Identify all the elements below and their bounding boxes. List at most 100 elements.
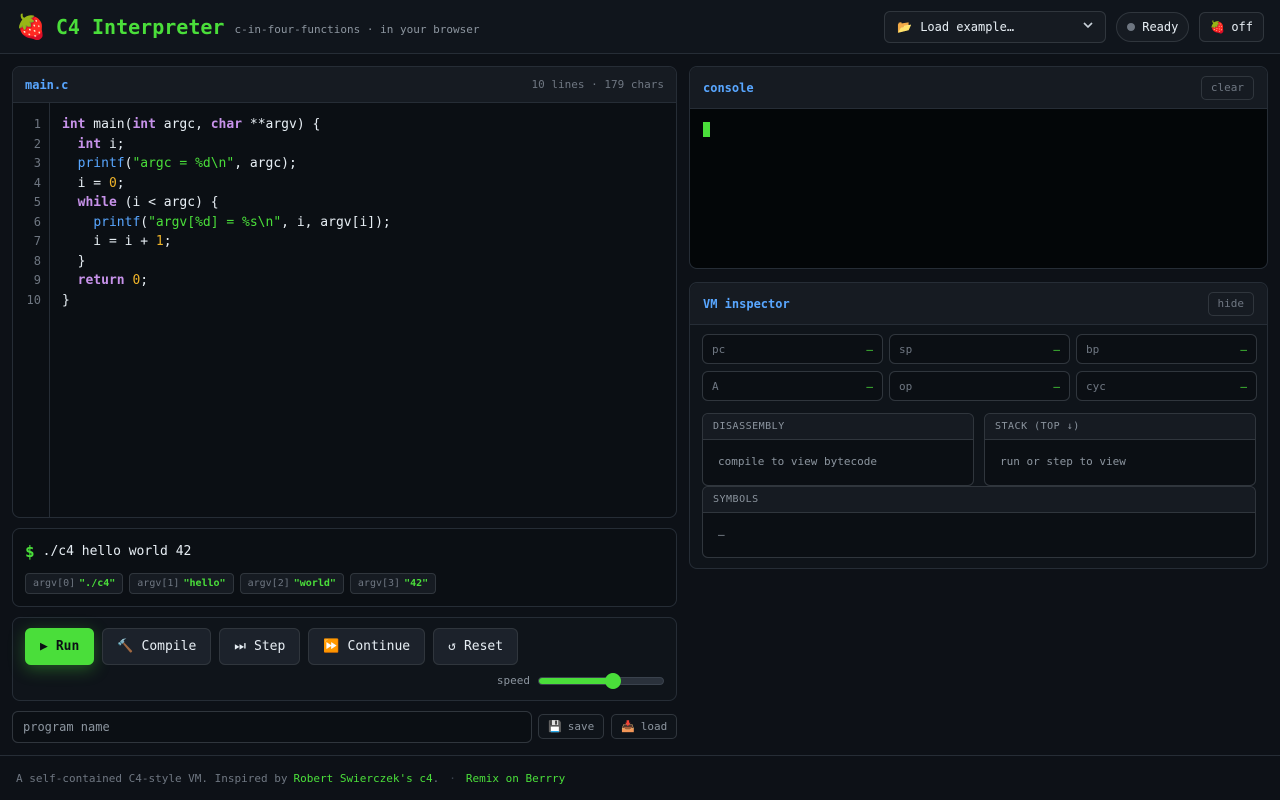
file-tab[interactable]: main.c [25, 78, 68, 92]
register-value: — [1053, 379, 1060, 393]
register-value: — [1053, 342, 1060, 356]
line-number: 7 [33, 234, 41, 248]
clear-console-button[interactable]: clear [1200, 75, 1254, 100]
save-button[interactable]: 💾 save [538, 714, 605, 739]
code-line: int main(int argc, char **argv) { [62, 117, 321, 132]
page-footer: A self-contained C4-style VM. Inspired b… [0, 755, 1280, 800]
line-number: 3 [33, 156, 41, 170]
line-number: 1 [33, 117, 41, 131]
code-line: return 0; [77, 273, 149, 288]
register-value: — [866, 342, 873, 356]
load-button[interactable]: 📥 load [611, 714, 678, 739]
code-line: } [62, 253, 86, 269]
floppy-icon: 💾 [548, 720, 562, 733]
console-panel: console clear [689, 66, 1268, 269]
editor-header: main.c 10 lines · 179 chars [13, 67, 676, 103]
reset-icon: ↺ [448, 639, 456, 654]
argv-value: "hello" [183, 578, 226, 589]
remix-link[interactable]: Remix on Berrry [466, 772, 565, 785]
line-number: 5 [33, 195, 41, 209]
speed-slider-thumb[interactable] [605, 672, 622, 689]
register-value: — [1240, 342, 1247, 356]
argv-value: "42" [404, 578, 429, 589]
run-button[interactable]: ▶ Run [25, 628, 95, 665]
load-example-select[interactable]: 📂 Load example… [884, 10, 1107, 43]
hammer-icon: 🔨 [117, 639, 134, 654]
line-number: 8 [33, 253, 41, 268]
strawberry-logo-icon: 🍓 [16, 12, 46, 41]
register-name: pc [712, 342, 726, 356]
disassembly-body: compile to view bytecode [718, 455, 877, 468]
code-line: i = i + 1; [62, 234, 172, 249]
argv-value: "world" [293, 578, 336, 589]
footer-text: A self-contained C4-style VM. Inspired b… [16, 771, 288, 785]
disassembly-panel: DISASSEMBLY compile to view bytecode [702, 413, 974, 486]
program-name-input[interactable] [12, 711, 532, 743]
register-cyc: cyc — [1076, 371, 1257, 401]
code-line: i = 0; [62, 175, 125, 191]
stack-title: STACK (TOP ↓) [985, 414, 1255, 440]
argv-value: "./c4" [79, 578, 116, 589]
app-title: C4 Interpreter [55, 14, 225, 39]
speed-slider[interactable] [538, 672, 664, 689]
line-number: 6 [33, 214, 41, 229]
argv-chip: argv[1] "hello" [129, 573, 234, 594]
line-number: 2 [33, 136, 41, 151]
register-pc: pc — [702, 334, 883, 364]
code-line: printf("argc = %d\n", argc); [77, 156, 297, 171]
run-label: Run [55, 639, 80, 654]
c4-credit-link[interactable]: Robert Swierczek's c4 [294, 772, 433, 785]
save-label: save [567, 720, 595, 733]
code-text-area[interactable]: int main(int argc, char **argv) { int i;… [50, 103, 391, 517]
play-icon: ▶ [40, 639, 48, 654]
register-name: sp [899, 342, 913, 356]
continue-button[interactable]: ⏩ Continue [308, 628, 426, 665]
file-meta: 10 lines · 179 chars [531, 78, 664, 91]
speed-slider-fill [539, 677, 614, 684]
register-sp: sp — [889, 334, 1070, 364]
compile-button[interactable]: 🔨 Compile [102, 628, 212, 665]
inspector-header: VM inspector hide [690, 283, 1267, 325]
footer-period: . [432, 771, 440, 785]
register-value: — [1240, 379, 1247, 393]
line-number: 9 [33, 273, 41, 287]
line-number: 4 [33, 175, 41, 190]
continue-label: Continue [347, 639, 411, 654]
speed-label: speed [496, 674, 530, 687]
code-line: int i; [77, 136, 125, 152]
step-button[interactable]: ⏭ Step [219, 628, 301, 665]
argv-key: argv[0] [33, 578, 76, 589]
step-icon: ⏭ [234, 639, 246, 654]
run-controls: ▶ Run 🔨 Compile ⏭ Step ⏩ Continue ↺ Rese… [12, 617, 677, 701]
symbols-body: — [718, 528, 725, 541]
berry-toggle-button[interactable]: 🍓 off [1199, 11, 1264, 42]
line-number: 10 [26, 292, 41, 307]
argv-key: argv[1] [137, 578, 180, 589]
vm-inspector-panel: VM inspector hide pc — sp — bp — A — op — cyc… [689, 282, 1268, 569]
console-title: console [703, 80, 754, 95]
status-dot-icon [1127, 22, 1136, 31]
reset-label: Reset [463, 639, 504, 654]
stack-body: run or step to view [1000, 455, 1126, 468]
argv-chip: argv[3] "42" [349, 573, 437, 594]
status-badge: Ready [1116, 11, 1190, 42]
hide-inspector-button[interactable]: hide [1207, 291, 1254, 316]
reset-button[interactable]: ↺ Reset [433, 628, 519, 665]
register-bp: bp — [1076, 334, 1257, 364]
argv-key: argv[3] [357, 578, 401, 589]
code-line: printf("argv[%d] = %s\n", i, argv[i]); [93, 214, 391, 230]
footer-separator: · [449, 771, 456, 785]
shell-prompt: $ [25, 541, 35, 561]
compile-label: Compile [141, 639, 197, 654]
disassembly-title: DISASSEMBLY [703, 414, 973, 440]
register-value: — [866, 379, 873, 393]
register-a: A — [702, 371, 883, 401]
register-name: bp [1086, 342, 1100, 356]
load-label: load [640, 720, 668, 733]
line-number-gutter: 1 2 3 4 5 6 7 8 9 10 [13, 103, 50, 517]
app-header: 🍓 C4 Interpreter c-in-four-functions · i… [0, 0, 1280, 54]
code-line: while (i < argc) { [77, 195, 219, 210]
command-line-input[interactable]: ./c4 hello world 42 [43, 544, 192, 559]
register-name: A [712, 379, 719, 393]
argv-key: argv[2] [247, 578, 290, 589]
